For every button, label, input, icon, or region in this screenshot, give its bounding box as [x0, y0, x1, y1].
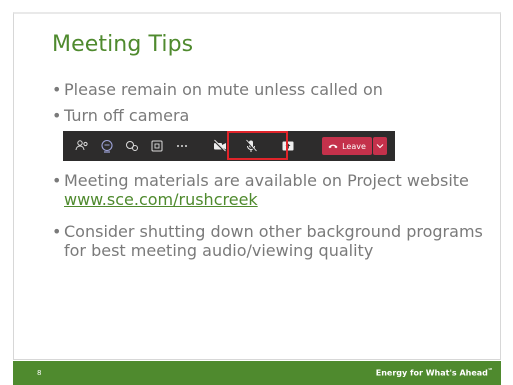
- tagline-service-mark: ℠: [487, 368, 493, 374]
- bullet-materials: • Meeting materials are available on Pro…: [52, 171, 492, 209]
- bullet-text: Meeting materials are available on Proje…: [64, 171, 492, 209]
- page-number: 8: [37, 369, 42, 377]
- leave-dropdown-button[interactable]: [373, 137, 387, 155]
- bullet-text: Please remain on mute unless called on: [64, 80, 383, 99]
- slide: Meeting Tips • Please remain on mute unl…: [0, 0, 513, 385]
- footer-tagline: Energy for What's Ahead℠: [376, 368, 493, 378]
- camera-off-icon[interactable]: [213, 139, 227, 153]
- chevron-down-icon: [376, 144, 384, 149]
- rooms-icon[interactable]: [150, 139, 164, 153]
- bullet-text: Turn off camera: [64, 106, 190, 125]
- bullet-camera: • Turn off camera: [52, 106, 492, 125]
- bullet-marker: •: [52, 222, 62, 241]
- slide-title: Meeting Tips: [52, 32, 194, 57]
- more-icon[interactable]: [175, 139, 189, 153]
- project-website-link[interactable]: www.sce.com/rushcreek: [64, 190, 258, 209]
- mute-camera-highlight: [227, 131, 288, 160]
- bullet-marker: •: [52, 80, 62, 99]
- tagline-text: Energy for What's Ahead: [375, 368, 488, 378]
- bullet-text: Consider shutting down other background …: [64, 222, 483, 260]
- leave-label: Leave: [342, 141, 366, 151]
- bullet-background-programs: • Consider shutting down other backgroun…: [52, 222, 492, 260]
- phone-hangup-icon: [328, 144, 338, 149]
- bullet-text-before-link: Meeting materials are available on Proje…: [64, 171, 469, 190]
- chat-icon[interactable]: [100, 139, 114, 153]
- bullet-mute: • Please remain on mute unless called on: [52, 80, 492, 99]
- participants-icon[interactable]: [75, 139, 89, 153]
- bullet-marker: •: [52, 106, 62, 125]
- bullet-marker: •: [52, 171, 62, 190]
- leave-button[interactable]: Leave: [322, 137, 372, 155]
- reactions-icon[interactable]: [125, 139, 139, 153]
